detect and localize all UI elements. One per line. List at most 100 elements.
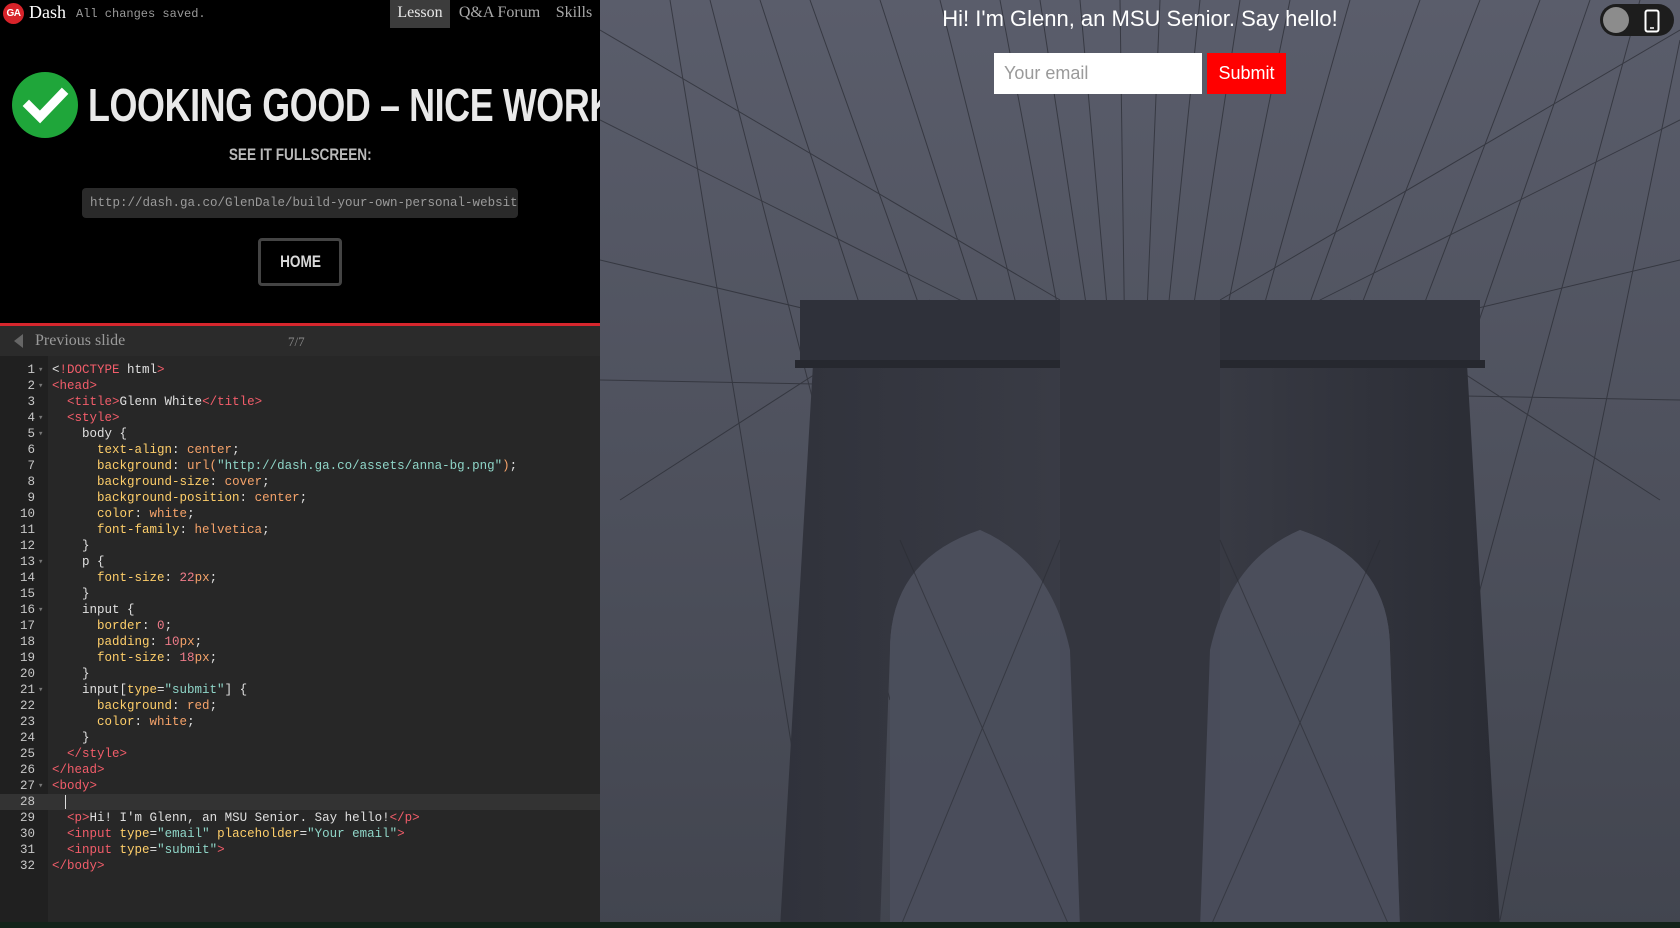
code-text[interactable]: border: 0;: [52, 618, 172, 634]
submit-button[interactable]: Submit: [1207, 53, 1286, 94]
code-line[interactable]: 31 <input type="submit">: [0, 842, 600, 858]
ga-logo-icon[interactable]: GA: [3, 3, 24, 24]
tab-lesson[interactable]: Lesson: [390, 0, 450, 28]
fullscreen-url-field[interactable]: http://dash.ga.co/GlenDale/build-your-ow…: [82, 188, 518, 218]
code-line[interactable]: 12 }: [0, 538, 600, 554]
code-text[interactable]: input {: [52, 602, 135, 618]
line-number: 9: [27, 491, 35, 505]
live-preview: Hi! I'm Glenn, an MSU Senior. Say hello!…: [600, 0, 1680, 928]
code-text[interactable]: <title>Glenn White</title>: [52, 394, 262, 410]
code-line[interactable]: 13 ▾ p {: [0, 554, 600, 570]
code-line[interactable]: 17 border: 0;: [0, 618, 600, 634]
code-text[interactable]: <p>Hi! I'm Glenn, an MSU Senior. Say hel…: [52, 810, 420, 826]
code-line[interactable]: 4 ▾ <style>: [0, 410, 600, 426]
line-number: 10: [19, 507, 35, 521]
code-text[interactable]: font-size: 22px;: [52, 570, 217, 586]
code-line[interactable]: 11 font-family: helvetica;: [0, 522, 600, 538]
tab-qa-forum[interactable]: Q&A Forum: [457, 0, 542, 28]
code-line[interactable]: 20 }: [0, 666, 600, 682]
code-text[interactable]: <body>: [52, 778, 97, 794]
code-line[interactable]: 25 </style>: [0, 746, 600, 762]
device-toggle-icon[interactable]: [1600, 4, 1674, 36]
code-line[interactable]: 6 text-align: center;: [0, 442, 600, 458]
code-text[interactable]: font-size: 18px;: [52, 650, 217, 666]
home-button[interactable]: HOME: [258, 238, 342, 286]
previous-slide-button[interactable]: Previous slide: [35, 332, 125, 350]
code-text[interactable]: </style>: [52, 746, 127, 762]
code-line[interactable]: 16 ▾ input {: [0, 602, 600, 618]
code-line[interactable]: 26 </head>: [0, 762, 600, 778]
code-text[interactable]: </body>: [52, 858, 105, 874]
fold-arrow-icon[interactable]: ▾: [38, 426, 43, 442]
code-text[interactable]: p {: [52, 554, 105, 570]
line-number: 2: [27, 379, 35, 393]
code-text[interactable]: }: [52, 730, 90, 746]
code-line[interactable]: 18 padding: 10px;: [0, 634, 600, 650]
code-line[interactable]: 21 ▾ input[type="submit"] {: [0, 682, 600, 698]
code-line[interactable]: 22 background: red;: [0, 698, 600, 714]
code-text[interactable]: <head>: [52, 378, 97, 394]
line-number: 12: [19, 539, 35, 553]
phone-icon[interactable]: [1644, 9, 1660, 33]
tab-skills[interactable]: Skills: [553, 0, 595, 28]
code-line[interactable]: 10 color: white;: [0, 506, 600, 522]
code-text[interactable]: background: red;: [52, 698, 217, 714]
code-text[interactable]: padding: 10px;: [52, 634, 202, 650]
fullscreen-label-text: SEE IT FULLSCREEN:: [228, 145, 372, 164]
code-text[interactable]: body {: [52, 426, 127, 442]
chevron-left-icon[interactable]: [14, 334, 23, 348]
code-text[interactable]: background-size: cover;: [52, 474, 270, 490]
code-text[interactable]: background: url("http://dash.ga.co/asset…: [52, 458, 517, 474]
fold-arrow-icon[interactable]: ▾: [38, 778, 43, 794]
code-text[interactable]: </head>: [52, 762, 105, 778]
code-text[interactable]: <!DOCTYPE html>: [52, 362, 165, 378]
fold-arrow-icon[interactable]: ▾: [38, 362, 43, 378]
line-number: 4: [27, 411, 35, 425]
code-text[interactable]: input[type="submit"] {: [52, 682, 247, 698]
code-text[interactable]: <input type="email" placeholder="Your em…: [52, 826, 405, 842]
email-input[interactable]: Your email: [994, 53, 1202, 94]
fold-arrow-icon[interactable]: ▾: [38, 602, 43, 618]
code-text[interactable]: }: [52, 666, 90, 682]
code-text[interactable]: color: white;: [52, 506, 195, 522]
toggle-knob[interactable]: [1603, 7, 1629, 33]
code-line[interactable]: 28: [0, 794, 600, 810]
code-line[interactable]: 30 <input type="email" placeholder="Your…: [0, 826, 600, 842]
code-text[interactable]: }: [52, 586, 90, 602]
code-text[interactable]: <style>: [52, 410, 120, 426]
code-line[interactable]: 27 ▾ <body>: [0, 778, 600, 794]
fold-arrow-icon[interactable]: ▾: [38, 378, 43, 394]
line-number: 31: [19, 843, 35, 857]
code-line[interactable]: 14 font-size: 22px;: [0, 570, 600, 586]
code-text[interactable]: <input type="submit">: [52, 842, 225, 858]
code-line[interactable]: 19 font-size: 18px;: [0, 650, 600, 666]
code-line[interactable]: 3 <title>Glenn White</title>: [0, 394, 600, 410]
code-line[interactable]: 9 background-position: center;: [0, 490, 600, 506]
code-line[interactable]: 2 ▾ <head>: [0, 378, 600, 394]
preview-greeting: Hi! I'm Glenn, an MSU Senior. Say hello!: [942, 6, 1338, 31]
fold-arrow-icon[interactable]: ▾: [38, 554, 43, 570]
success-heading: LOOKING GOOD – NICE WORK!: [88, 79, 627, 131]
slide-nav: Previous slide 7/7: [0, 326, 600, 356]
code-line[interactable]: 1 ▾ <!DOCTYPE html>: [0, 362, 600, 378]
code-line[interactable]: 29 <p>Hi! I'm Glenn, an MSU Senior. Say …: [0, 810, 600, 826]
code-line[interactable]: 8 background-size: cover;: [0, 474, 600, 490]
app-name[interactable]: Dash: [29, 2, 66, 23]
line-number: 1: [27, 363, 35, 377]
fold-arrow-icon[interactable]: ▾: [38, 682, 43, 698]
code-line[interactable]: 23 color: white;: [0, 714, 600, 730]
code-text[interactable]: text-align: center;: [52, 442, 240, 458]
code-editor[interactable]: 1 ▾ <!DOCTYPE html> 2 ▾ <head> 3 <title>Glenn …: [0, 356, 600, 928]
code-line[interactable]: 24 }: [0, 730, 600, 746]
code-line[interactable]: 15 }: [0, 586, 600, 602]
code-text[interactable]: }: [52, 538, 90, 554]
fold-arrow-icon[interactable]: ▾: [38, 410, 43, 426]
code-lines[interactable]: 1 ▾ <!DOCTYPE html> 2 ▾ <head> 3 <title>Glenn …: [0, 362, 600, 874]
code-line[interactable]: 32 </body>: [0, 858, 600, 874]
line-number: 7: [27, 459, 35, 473]
code-text[interactable]: background-position: center;: [52, 490, 307, 506]
code-text[interactable]: color: white;: [52, 714, 195, 730]
code-line[interactable]: 5 ▾ body {: [0, 426, 600, 442]
code-text[interactable]: font-family: helvetica;: [52, 522, 270, 538]
code-line[interactable]: 7 background: url("http://dash.ga.co/ass…: [0, 458, 600, 474]
